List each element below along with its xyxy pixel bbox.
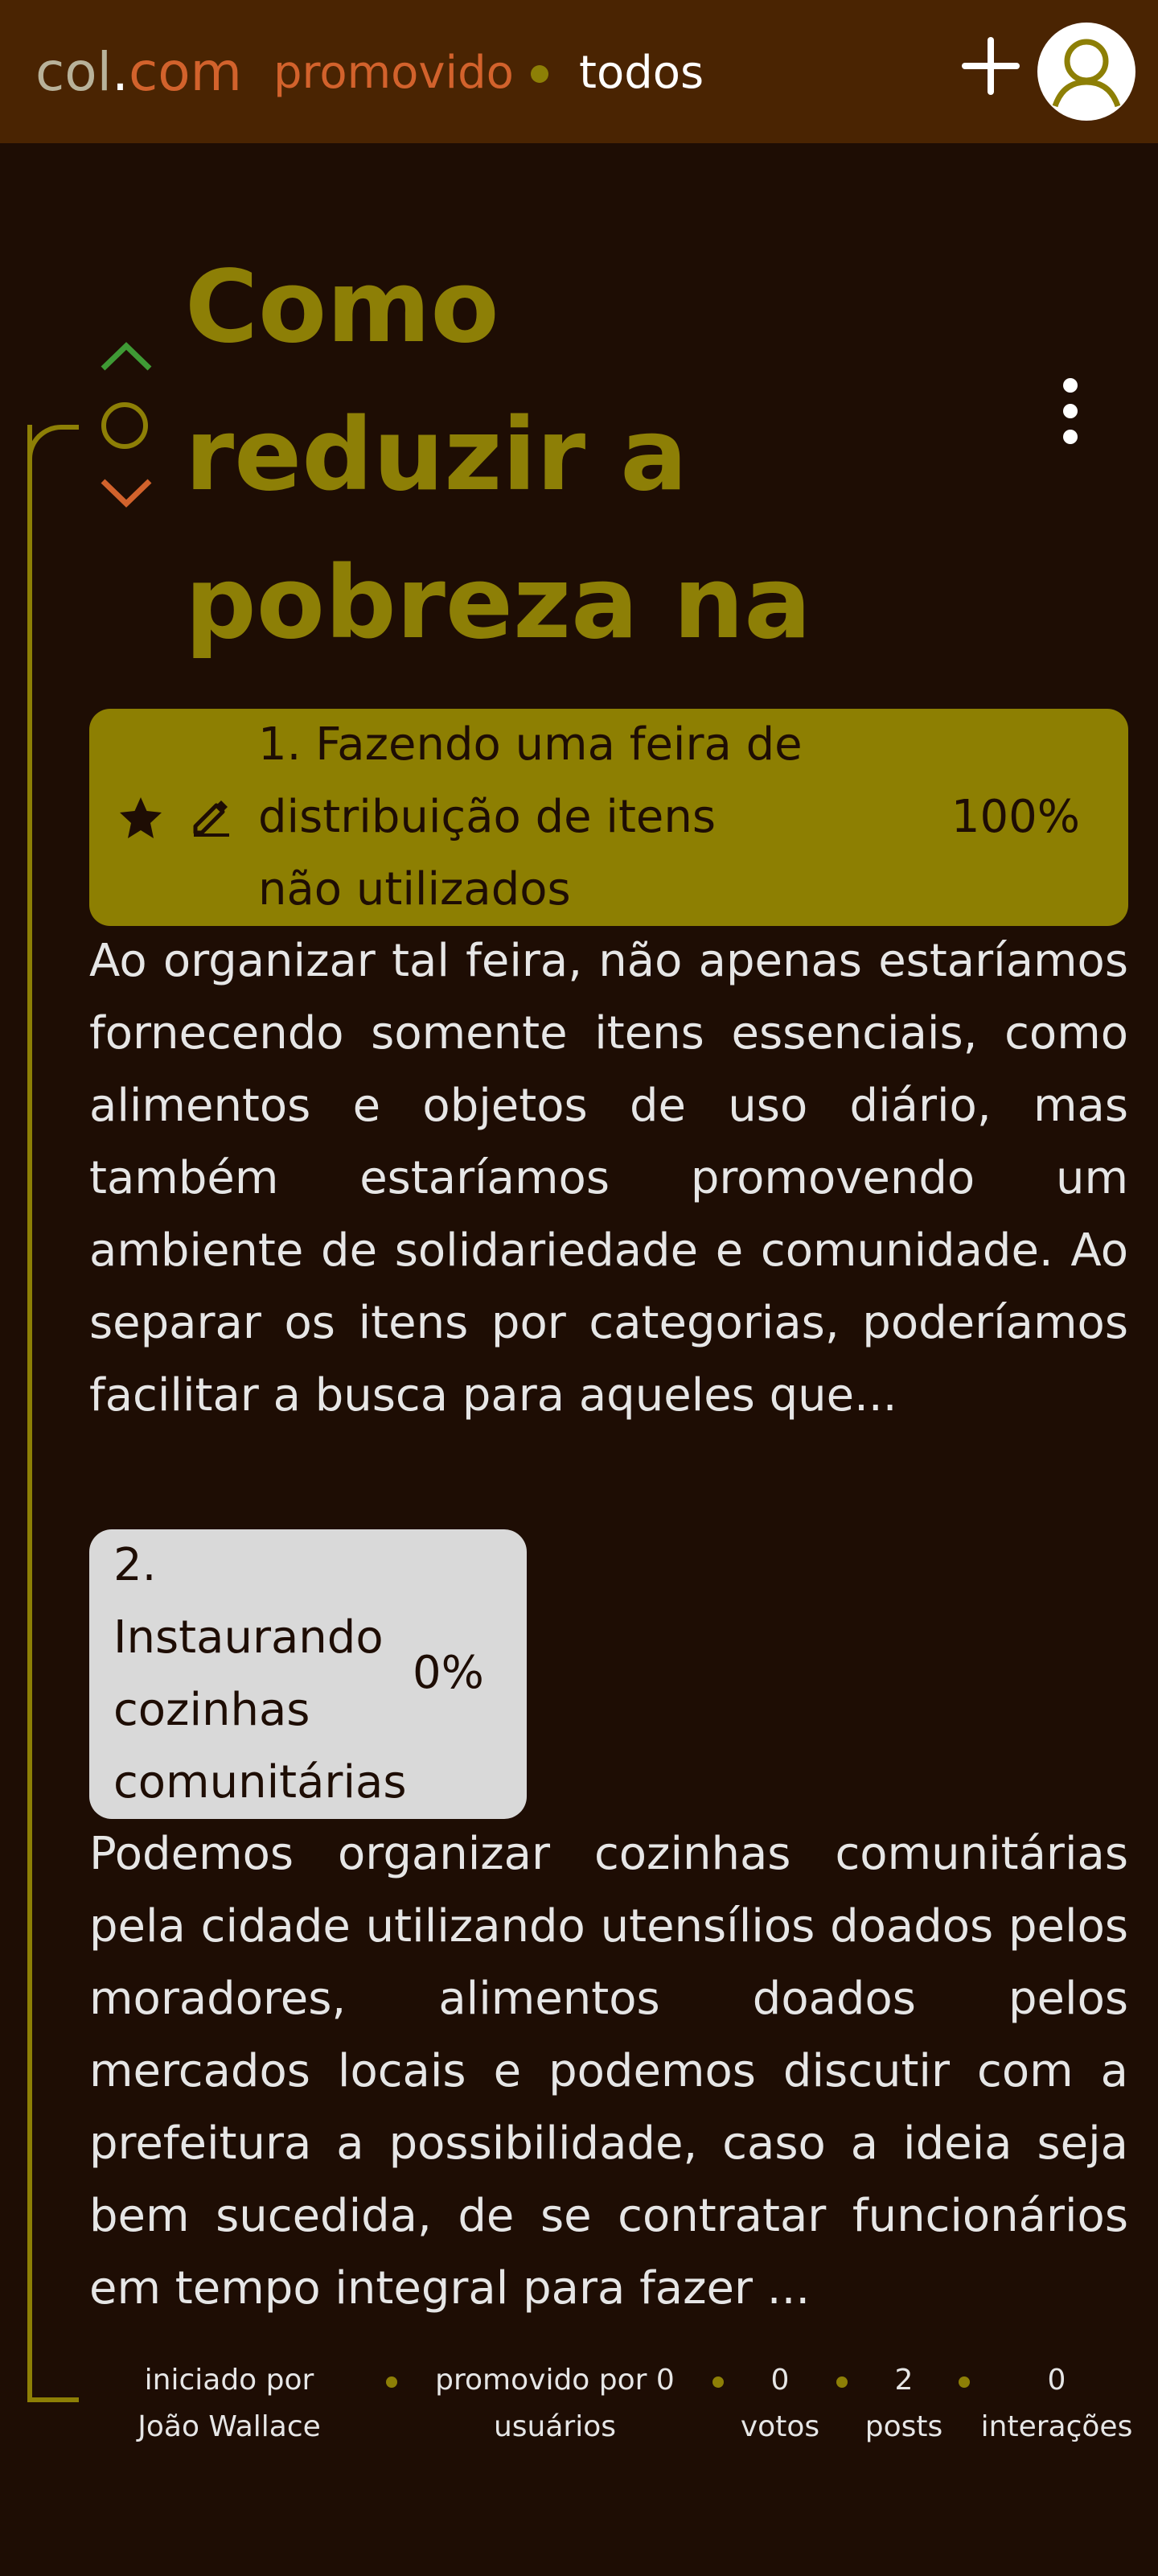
stat-votes: 0 votos bbox=[732, 2357, 828, 2450]
plus-icon[interactable] bbox=[959, 34, 1023, 98]
stat-posts-label: posts bbox=[864, 2410, 943, 2443]
stat-votes-count: 0 bbox=[770, 2364, 790, 2397]
stat-promoted-by: promovido por 0 usuários bbox=[435, 2364, 675, 2443]
brand-dot: . bbox=[112, 41, 129, 103]
nav-todos[interactable]: todos bbox=[579, 42, 704, 105]
proposal-label: 1. Fazendo uma feira de distribuição de … bbox=[258, 718, 803, 916]
proposal-percent: 0% bbox=[413, 1647, 484, 1699]
star-icon[interactable] bbox=[117, 794, 165, 842]
circle-icon[interactable] bbox=[101, 402, 148, 449]
stat-interactions-label: interações bbox=[980, 2410, 1133, 2443]
proposal-description: Ao organizar tal feira, não apenas estar… bbox=[89, 935, 1128, 1422]
stat-separator-dot bbox=[836, 2376, 848, 2388]
nav-promovido[interactable]: promovido bbox=[273, 42, 514, 105]
stat-posts-count: 2 bbox=[894, 2364, 914, 2397]
proposal-bar-2[interactable]: 2. Instaurando cozinhas comunitárias 0% bbox=[89, 1529, 527, 1819]
thread-line-foot bbox=[27, 2397, 79, 2402]
proposal-description: Podemos organizar cozinhas comunitárias … bbox=[89, 1828, 1128, 2315]
brand-part-2: com bbox=[129, 41, 242, 103]
stat-votes-label: votos bbox=[740, 2410, 820, 2443]
brand-part-1: col bbox=[35, 41, 113, 103]
stat-started-by[interactable]: iniciado por João Wallace bbox=[113, 2357, 346, 2450]
top-bar: col.com promovido todos bbox=[0, 0, 1158, 143]
more-vertical-icon[interactable] bbox=[1057, 378, 1084, 459]
stat-posts: 2 posts bbox=[856, 2357, 952, 2450]
chevron-up-icon[interactable] bbox=[98, 338, 154, 373]
proposal-percent: 100% bbox=[951, 791, 1080, 843]
stat-interactions-count: 0 bbox=[1047, 2364, 1066, 2397]
proposal-bar-1[interactable]: 1. Fazendo uma feira de distribuição de … bbox=[89, 709, 1128, 926]
pencil-icon[interactable] bbox=[189, 794, 234, 839]
stat-interactions: 0 interações bbox=[976, 2357, 1137, 2450]
proposal-label: 2. Instaurando cozinhas comunitárias bbox=[113, 1539, 407, 1809]
stat-separator-dot bbox=[959, 2376, 970, 2388]
stat-separator-dot bbox=[386, 2376, 397, 2388]
thread-line bbox=[27, 425, 32, 2401]
stat-separator-dot bbox=[712, 2376, 724, 2388]
nav-separator-dot bbox=[531, 65, 548, 83]
chevron-down-icon[interactable] bbox=[98, 476, 154, 512]
user-icon[interactable] bbox=[1037, 23, 1135, 121]
brand-logo[interactable]: col.com bbox=[35, 37, 242, 108]
thread-line-curve bbox=[27, 425, 79, 473]
